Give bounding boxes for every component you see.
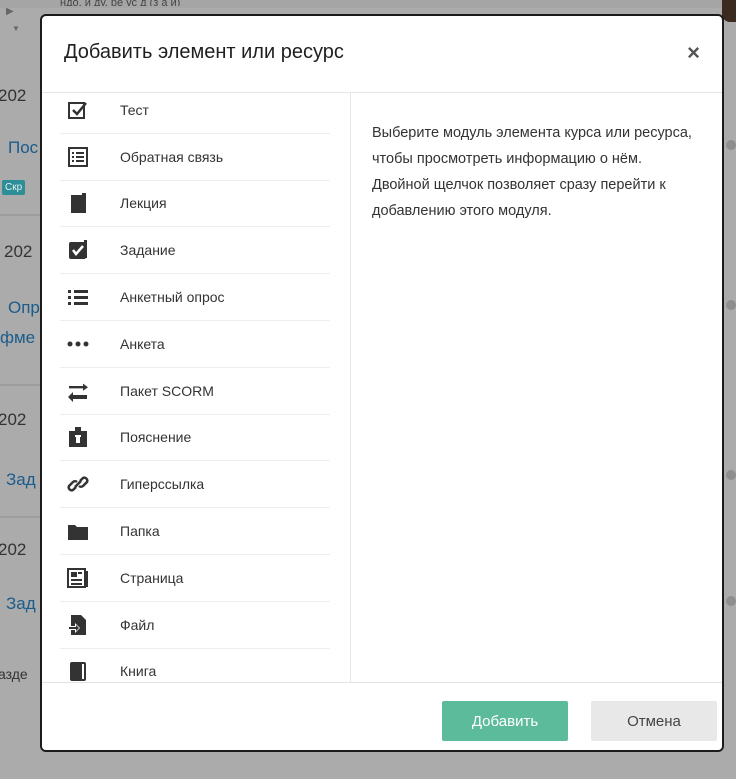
file-icon [66,613,90,637]
status-line: ндо, и ду, ре ус д (з а и) [60,0,181,6]
module-description: Выберите модуль элемента курса или ресур… [372,125,692,219]
feedback-icon [66,145,90,169]
module-list: Тест Обратная связь Лекция Задание Анкет… [60,93,348,683]
list-item-url[interactable]: Гиперссылка [60,461,330,509]
close-button[interactable]: × [687,40,700,66]
gear-icon[interactable] [726,300,736,310]
item-label: Книга [120,663,157,680]
divider [0,214,40,216]
section-link[interactable]: фме [0,328,35,348]
list-item-file[interactable]: Файл [60,602,330,649]
list-item-assignment[interactable]: Задание [60,227,330,275]
section-text: азде [0,666,28,682]
item-label: Гиперссылка [120,476,205,493]
page-icon [66,566,90,590]
list-item-book[interactable]: Книга [60,649,330,683]
item-label: Анкета [120,335,165,352]
list-item-survey[interactable]: Анкетный опрос [60,274,330,321]
lesson-icon [66,191,90,215]
assignment-icon [66,238,90,262]
gear-icon[interactable] [726,140,736,150]
dialog-header: Добавить элемент или ресурс × [42,16,722,93]
scorm-icon [66,379,90,403]
section-date: 202 [0,540,27,559]
section-date: 202 [0,410,27,429]
item-label: Анкетный опрос [120,289,225,306]
section-link[interactable]: Зад [6,594,36,614]
section-link[interactable]: Пос [8,138,38,158]
add-button[interactable]: Добавить [442,701,568,741]
list-item-questionnaire[interactable]: Анкета [60,321,330,368]
quiz-icon [66,98,90,122]
add-activity-dialog: Добавить элемент или ресурс × Тест Обрат… [40,14,724,752]
item-label: Пояснение [120,429,192,446]
avatar [722,0,736,22]
dialog-title: Добавить элемент или ресурс [64,41,344,63]
list-item-feedback[interactable]: Обратная связь [60,134,330,181]
questionnaire-icon [66,332,90,356]
item-label: Страница [120,569,184,586]
item-label: Пакет SCORM [120,382,214,399]
section-date: 202 [4,242,33,261]
item-label: Задание [120,242,176,259]
cancel-button[interactable]: Отмена [591,701,717,741]
item-label: Файл [120,616,155,633]
caret-right-icon: ▶ [6,6,14,17]
hidden-badge: Скр [2,180,26,195]
item-label: Тест [120,101,149,118]
section-link[interactable]: Зад [6,470,36,490]
item-label: Обратная связь [120,148,224,165]
dialog-footer: Добавить Отмена [42,682,722,750]
gear-icon[interactable] [726,596,736,606]
book-icon [66,659,90,683]
survey-icon [66,285,90,309]
item-label: Папка [120,523,160,540]
section-date: 202 [0,86,27,105]
list-item-page[interactable]: Страница [60,555,330,602]
list-item-quiz[interactable]: Тест [60,93,330,134]
section-link[interactable]: Опр [8,298,40,318]
link-icon [66,472,90,496]
list-item-lesson[interactable]: Лекция [60,181,330,228]
caret-down-icon: ▼ [12,24,20,33]
label-icon [66,425,90,449]
divider [0,516,40,518]
item-label: Лекция [120,195,167,212]
list-item-scorm[interactable]: Пакет SCORM [60,368,330,415]
folder-icon [66,519,90,543]
divider [350,93,351,683]
gear-icon[interactable] [726,470,736,480]
list-item-folder[interactable]: Папка [60,508,330,555]
list-item-label[interactable]: Пояснение [60,415,330,462]
divider [0,384,40,386]
